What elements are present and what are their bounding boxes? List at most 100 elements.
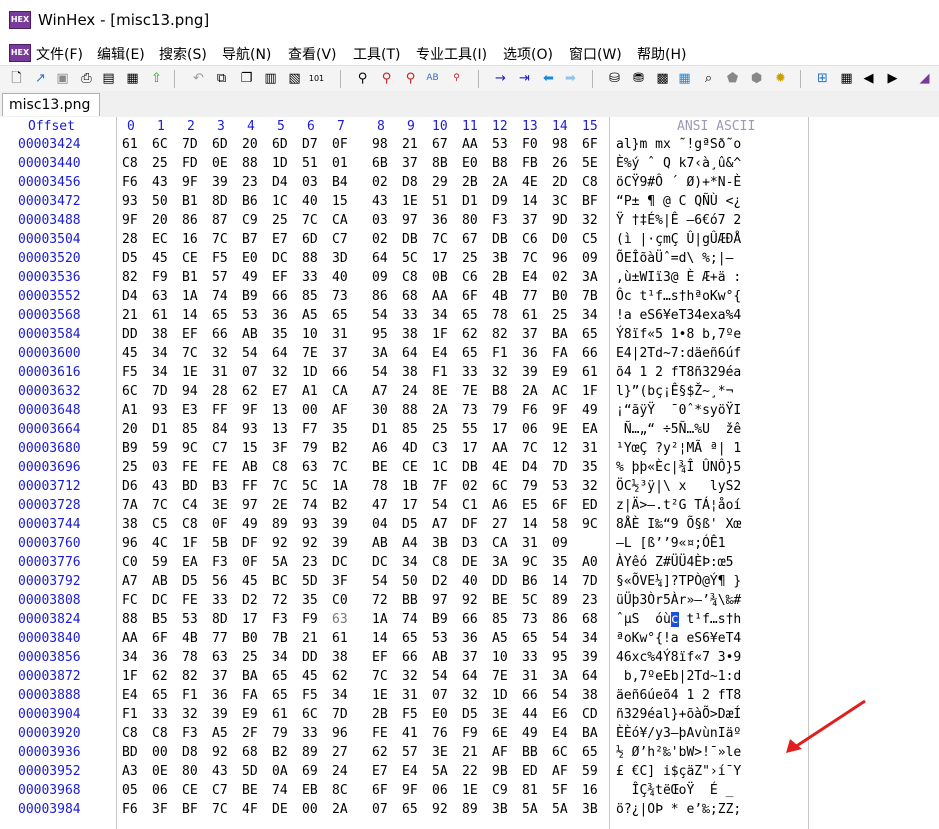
hex-byte[interactable]: 24 (402, 384, 418, 399)
hex-byte[interactable]: 54 (372, 308, 388, 323)
hex-byte[interactable]: 81 (522, 783, 538, 798)
hex-byte[interactable]: 53 (492, 137, 508, 152)
offset-cell[interactable]: 00003520 (18, 251, 81, 266)
hex-byte[interactable]: 89 (302, 745, 318, 760)
hex-byte[interactable]: 6F (152, 631, 168, 646)
hex-byte[interactable]: E4 (432, 346, 448, 361)
hex-byte[interactable]: 5F (552, 783, 568, 798)
write-binary-icon[interactable]: 101 (308, 70, 325, 87)
hex-byte[interactable]: 21 (462, 745, 478, 760)
hex-byte[interactable]: ED (522, 764, 538, 779)
hex-byte[interactable]: 94 (182, 384, 198, 399)
hex-byte[interactable]: 37 (332, 346, 348, 361)
ansi-text[interactable]: ªoKw°{!a eS6¥eT4 (616, 631, 741, 646)
hex-byte[interactable]: 7C (522, 441, 538, 456)
ansi-text[interactable]: ‚ù±WIï3@ È Æ+ä : (616, 270, 741, 285)
hex-byte[interactable]: 20 (122, 422, 138, 437)
hex-byte[interactable]: D2 (242, 593, 258, 608)
ansi-text[interactable]: Ý8ïf«5 1•8 b‚7ºe (616, 327, 741, 342)
hex-byte[interactable]: 51 (432, 194, 448, 209)
hex-byte[interactable]: 74 (212, 289, 228, 304)
hex-byte[interactable]: D1 (462, 194, 478, 209)
hex-byte[interactable]: D9 (492, 194, 508, 209)
hex-byte[interactable]: 45 (122, 346, 138, 361)
hex-byte[interactable]: 45 (242, 574, 258, 589)
hex-byte[interactable]: 00 (302, 802, 318, 817)
hex-byte[interactable]: 88 (402, 403, 418, 418)
menu-window[interactable]: 窗口(W) (569, 44, 622, 64)
ansi-text[interactable]: !a eS6¥eT34exa%4 (616, 308, 741, 323)
hex-byte[interactable]: 85 (302, 289, 318, 304)
ansi-text[interactable]: §«ÕVE¼]?TPÒ@Ý¶ } (616, 574, 741, 589)
calculator-icon[interactable]: ▦ (676, 70, 693, 87)
hex-byte[interactable]: 98 (372, 137, 388, 152)
hex-byte[interactable]: 82 (122, 270, 138, 285)
hex-byte[interactable]: 66 (402, 650, 418, 665)
hex-byte[interactable]: 06 (522, 422, 538, 437)
hex-byte[interactable]: D1 (152, 422, 168, 437)
hex-byte[interactable]: 7C (302, 213, 318, 228)
hex-byte[interactable]: 9B (492, 764, 508, 779)
hex-byte[interactable]: A7 (432, 517, 448, 532)
hex-byte[interactable]: 14 (372, 631, 388, 646)
hex-byte[interactable]: 57 (212, 270, 228, 285)
hex-byte[interactable]: DC (152, 593, 168, 608)
hex-byte[interactable]: 1D (302, 365, 318, 380)
ansi-text[interactable]: £ €C] i$çäZ"›í¯Y (616, 764, 741, 779)
hex-byte[interactable]: 62 (332, 669, 348, 684)
hex-byte[interactable]: 1D (272, 156, 288, 171)
hex-byte[interactable]: 6B (372, 156, 388, 171)
hex-byte[interactable]: 35 (302, 593, 318, 608)
hex-byte[interactable]: EF (272, 270, 288, 285)
hex-byte[interactable]: 31 (522, 669, 538, 684)
hex-byte[interactable]: 88 (242, 156, 258, 171)
hex-byte[interactable]: 65 (462, 346, 478, 361)
copy-icon[interactable]: ❐ (238, 70, 255, 87)
paste-icon[interactable]: ▥ (262, 70, 279, 87)
hex-byte[interactable]: D7 (302, 137, 318, 152)
hex-byte[interactable]: 7C (332, 460, 348, 475)
hex-byte[interactable]: 3B (432, 536, 448, 551)
hex-byte[interactable]: 33 (212, 593, 228, 608)
hex-byte[interactable]: 37 (522, 213, 538, 228)
hex-byte[interactable]: 33 (522, 650, 538, 665)
offset-cell[interactable]: 00003472 (18, 194, 81, 209)
next-icon[interactable]: ▶ (884, 70, 901, 87)
ansi-text[interactable]: ˆµS óùc t¹f…s†h (616, 612, 741, 627)
hex-byte[interactable]: 3A (582, 270, 598, 285)
hex-byte[interactable]: 14 (552, 574, 568, 589)
ansi-text[interactable]: äeñ6úeõ4 1 2 fT8 (616, 688, 741, 703)
print-icon[interactable]: ⎙ (78, 70, 95, 87)
hex-byte[interactable]: DB (402, 232, 418, 247)
hex-byte[interactable]: 9E (552, 422, 568, 437)
hex-byte[interactable]: 3A (552, 669, 568, 684)
hex-byte[interactable]: 65 (272, 688, 288, 703)
hex-byte[interactable]: 9F (402, 783, 418, 798)
hex-byte[interactable]: 7C (212, 232, 228, 247)
offset-cell[interactable]: 00003600 (18, 346, 81, 361)
hex-byte[interactable]: D1 (372, 422, 388, 437)
hex-byte[interactable]: 74 (302, 498, 318, 513)
hex-byte[interactable]: A3 (122, 764, 138, 779)
hex-byte[interactable]: B9 (432, 612, 448, 627)
hex-byte[interactable]: 31 (402, 688, 418, 703)
hex-byte[interactable]: 7C (372, 669, 388, 684)
hex-byte[interactable]: C1 (462, 498, 478, 513)
hex-byte[interactable]: 1F (432, 327, 448, 342)
hex-byte[interactable]: 43 (152, 479, 168, 494)
hex-byte[interactable]: F1 (122, 707, 138, 722)
hex-byte[interactable]: 1C (432, 460, 448, 475)
offset-cell[interactable]: 00003872 (18, 669, 81, 684)
hex-byte[interactable]: 7D (582, 574, 598, 589)
hex-byte[interactable]: C9 (242, 213, 258, 228)
ansi-text[interactable]: õ4 1 2 fT8ñ329éa (616, 365, 741, 380)
hex-byte[interactable]: 7E (462, 384, 478, 399)
offset-cell[interactable]: 00003552 (18, 289, 81, 304)
hex-byte[interactable]: B9 (122, 441, 138, 456)
hex-byte[interactable]: F5 (402, 707, 418, 722)
hex-byte[interactable]: 58 (552, 517, 568, 532)
hex-byte[interactable]: F5 (302, 688, 318, 703)
hex-byte[interactable]: 7C (522, 251, 538, 266)
hex-byte[interactable]: 39 (212, 175, 228, 190)
hex-byte[interactable]: F9 (152, 270, 168, 285)
